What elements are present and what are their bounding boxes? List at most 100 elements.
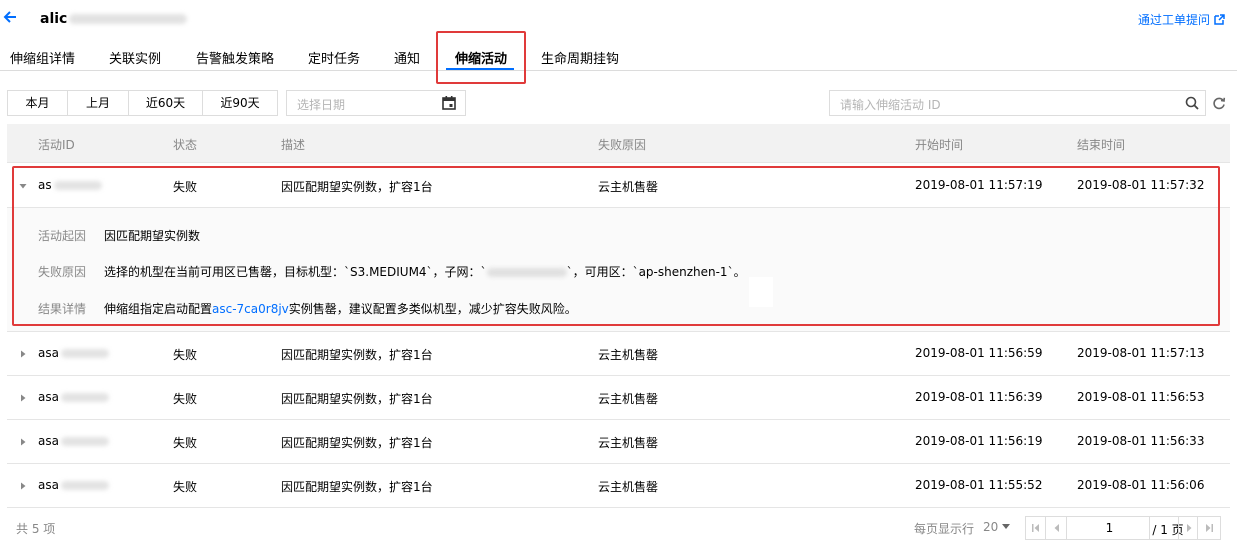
tab-group-details[interactable]: 伸缩组详情: [10, 48, 75, 67]
blank-patch: [749, 277, 773, 307]
activity-table: 活动ID 状态 描述 失败原因 开始时间 结束时间 as 失败 因匹配期望实例数…: [7, 124, 1230, 508]
tab-lifecycle-hooks[interactable]: 生命周期挂钩: [541, 48, 619, 67]
next-page-button[interactable]: [1178, 517, 1198, 539]
end-time-text: 2019-08-01 11:56:53: [1077, 390, 1205, 404]
activity-detail-panel: 活动起因 因匹配期望实例数 失败原因 选择的机型在当前可用区已售罄，目标机型：`…: [7, 208, 1230, 332]
tab-scheduled-tasks[interactable]: 定时任务: [308, 48, 360, 67]
start-time-text: 2019-08-01 11:56:59: [915, 346, 1043, 360]
first-page-icon: [1032, 524, 1039, 532]
status-text: 失败: [173, 436, 198, 450]
failure-reason-text: 云主机售罄: [598, 392, 659, 406]
redacted-id: [60, 437, 109, 446]
activity-id: as: [38, 178, 102, 192]
column-header-description: 描述: [281, 138, 306, 152]
last-90-days-button[interactable]: 近90天: [203, 91, 277, 115]
tab-scaling-activities[interactable]: 伸缩活动: [455, 48, 507, 67]
page-title-text: alic: [40, 11, 68, 27]
search-input[interactable]: 请输入伸缩活动 ID: [829, 90, 1206, 116]
prev-page-button[interactable]: [1047, 517, 1067, 539]
last-month-button[interactable]: 上月: [68, 91, 129, 115]
table-row-expanded[interactable]: as 失败 因匹配期望实例数，扩容1台 云主机售罄 2019-08-01 11:…: [7, 164, 1230, 208]
failure-reason-text: 云主机售罄: [598, 436, 659, 450]
page-size-select[interactable]: 20: [983, 520, 1011, 534]
date-picker-input[interactable]: 选择日期: [286, 90, 466, 116]
detail-cause-label: 活动起因: [38, 229, 87, 243]
collapse-caret-icon[interactable]: [19, 182, 27, 190]
expand-caret-icon[interactable]: [19, 350, 27, 358]
tab-bar: 伸缩组详情 关联实例 告警触发策略 定时任务 通知 伸缩活动 生命周期挂钩: [0, 40, 1237, 71]
column-header-end-time: 结束时间: [1077, 138, 1126, 152]
column-header-status: 状态: [173, 138, 198, 152]
activity-id: asa: [38, 434, 109, 448]
activity-id: asa: [38, 346, 109, 360]
status-text: 失败: [173, 180, 198, 194]
redacted-id: [60, 349, 109, 358]
ticket-link[interactable]: 通过工单提问: [1138, 11, 1225, 28]
expand-caret-icon[interactable]: [19, 438, 27, 446]
detail-result-label: 结果详情: [38, 302, 87, 316]
last-60-days-button[interactable]: 近60天: [129, 91, 203, 115]
this-month-button[interactable]: 本月: [8, 91, 68, 115]
activity-id: asa: [38, 478, 109, 492]
description-text: 因匹配期望实例数，扩容1台: [281, 480, 433, 494]
failure-reason-text: 云主机售罄: [598, 480, 659, 494]
activity-id-text: asa: [38, 478, 59, 492]
end-time-text: 2019-08-01 11:57:32: [1077, 178, 1205, 192]
tab-alarm-policies[interactable]: 告警触发策略: [196, 48, 274, 67]
detail-reason-value: 选择的机型在当前可用区已售罄，目标机型：`S3.MEDIUM4`，子网：` `，可…: [104, 263, 746, 280]
table-header: 活动ID 状态 描述 失败原因 开始时间 结束时间: [7, 124, 1230, 163]
tab-notifications[interactable]: 通知: [394, 48, 420, 67]
active-tab-indicator: [446, 68, 514, 70]
search-icon[interactable]: [1185, 96, 1199, 110]
date-picker-placeholder: 选择日期: [297, 98, 346, 112]
start-time-text: 2019-08-01 11:55:52: [915, 478, 1043, 492]
detail-result-text-a: 伸缩组指定启动配置: [104, 302, 213, 316]
back-arrow-icon[interactable]: [2, 9, 18, 25]
table-row[interactable]: asa 失败 因匹配期望实例数，扩容1台 云主机售罄 2019-08-01 11…: [7, 376, 1230, 420]
status-text: 失败: [173, 480, 198, 494]
date-range-buttons: 本月 上月 近60天 近90天: [7, 90, 278, 116]
redacted-id: [60, 481, 109, 490]
failure-reason-text: 云主机售罄: [598, 348, 659, 362]
page-title: alic: [40, 11, 188, 27]
last-page-icon: [1206, 524, 1213, 532]
detail-reason-label: 失败原因: [38, 265, 87, 279]
expand-caret-icon[interactable]: [19, 482, 27, 490]
table-row[interactable]: asa 失败 因匹配期望实例数，扩容1台 云主机售罄 2019-08-01 11…: [7, 420, 1230, 464]
page-size-label: 每页显示行: [914, 522, 975, 536]
redacted-id: [60, 393, 109, 402]
column-header-start-time: 开始时间: [915, 138, 964, 152]
status-text: 失败: [173, 348, 198, 362]
end-time-text: 2019-08-01 11:57:13: [1077, 346, 1205, 360]
start-time-text: 2019-08-01 11:57:19: [915, 178, 1043, 192]
ticket-link-label: 通过工单提问: [1137, 13, 1210, 27]
page-number-input[interactable]: 1: [1070, 517, 1150, 539]
column-header-failure-reason: 失败原因: [598, 138, 647, 152]
activity-id-text: asa: [38, 390, 59, 404]
description-text: 因匹配期望实例数，扩容1台: [281, 180, 433, 194]
refresh-icon[interactable]: [1212, 96, 1226, 110]
first-page-button[interactable]: [1026, 517, 1046, 539]
end-time-text: 2019-08-01 11:56:06: [1077, 478, 1205, 492]
failure-reason-text: 云主机售罄: [598, 180, 659, 194]
expand-caret-icon[interactable]: [19, 394, 27, 402]
table-row[interactable]: asa 失败 因匹配期望实例数，扩容1台 云主机售罄 2019-08-01 11…: [7, 464, 1230, 508]
detail-result-text-b: 实例售罄，建议配置多类似机型，减少扩容失败风险。: [288, 302, 577, 316]
launch-config-link[interactable]: asc-7ca0r8jv: [212, 302, 289, 316]
redacted-subnet: [486, 268, 567, 277]
redacted-name: [69, 14, 188, 24]
calendar-icon[interactable]: [442, 96, 456, 110]
external-link-icon: [1214, 14, 1225, 25]
detail-result-value: 伸缩组指定启动配置asc-7ca0r8jv实例售罄，建议配置多类似机型，减少扩容…: [104, 300, 577, 317]
detail-reason-text-a: 选择的机型在当前可用区已售罄，目标机型：`S3.MEDIUM4`，子网：`: [104, 265, 487, 279]
start-time-text: 2019-08-01 11:56:19: [915, 434, 1043, 448]
start-time-text: 2019-08-01 11:56:39: [915, 390, 1043, 404]
description-text: 因匹配期望实例数，扩容1台: [281, 348, 433, 362]
end-time-text: 2019-08-01 11:56:33: [1077, 434, 1205, 448]
tab-associated-instances[interactable]: 关联实例: [109, 48, 161, 67]
total-count: 共 5 项: [16, 522, 56, 536]
last-page-button[interactable]: [1199, 517, 1219, 539]
table-row[interactable]: asa 失败 因匹配期望实例数，扩容1台 云主机售罄 2019-08-01 11…: [7, 332, 1230, 376]
activity-id-text: as: [38, 178, 52, 192]
search-placeholder: 请输入伸缩活动 ID: [840, 98, 941, 112]
